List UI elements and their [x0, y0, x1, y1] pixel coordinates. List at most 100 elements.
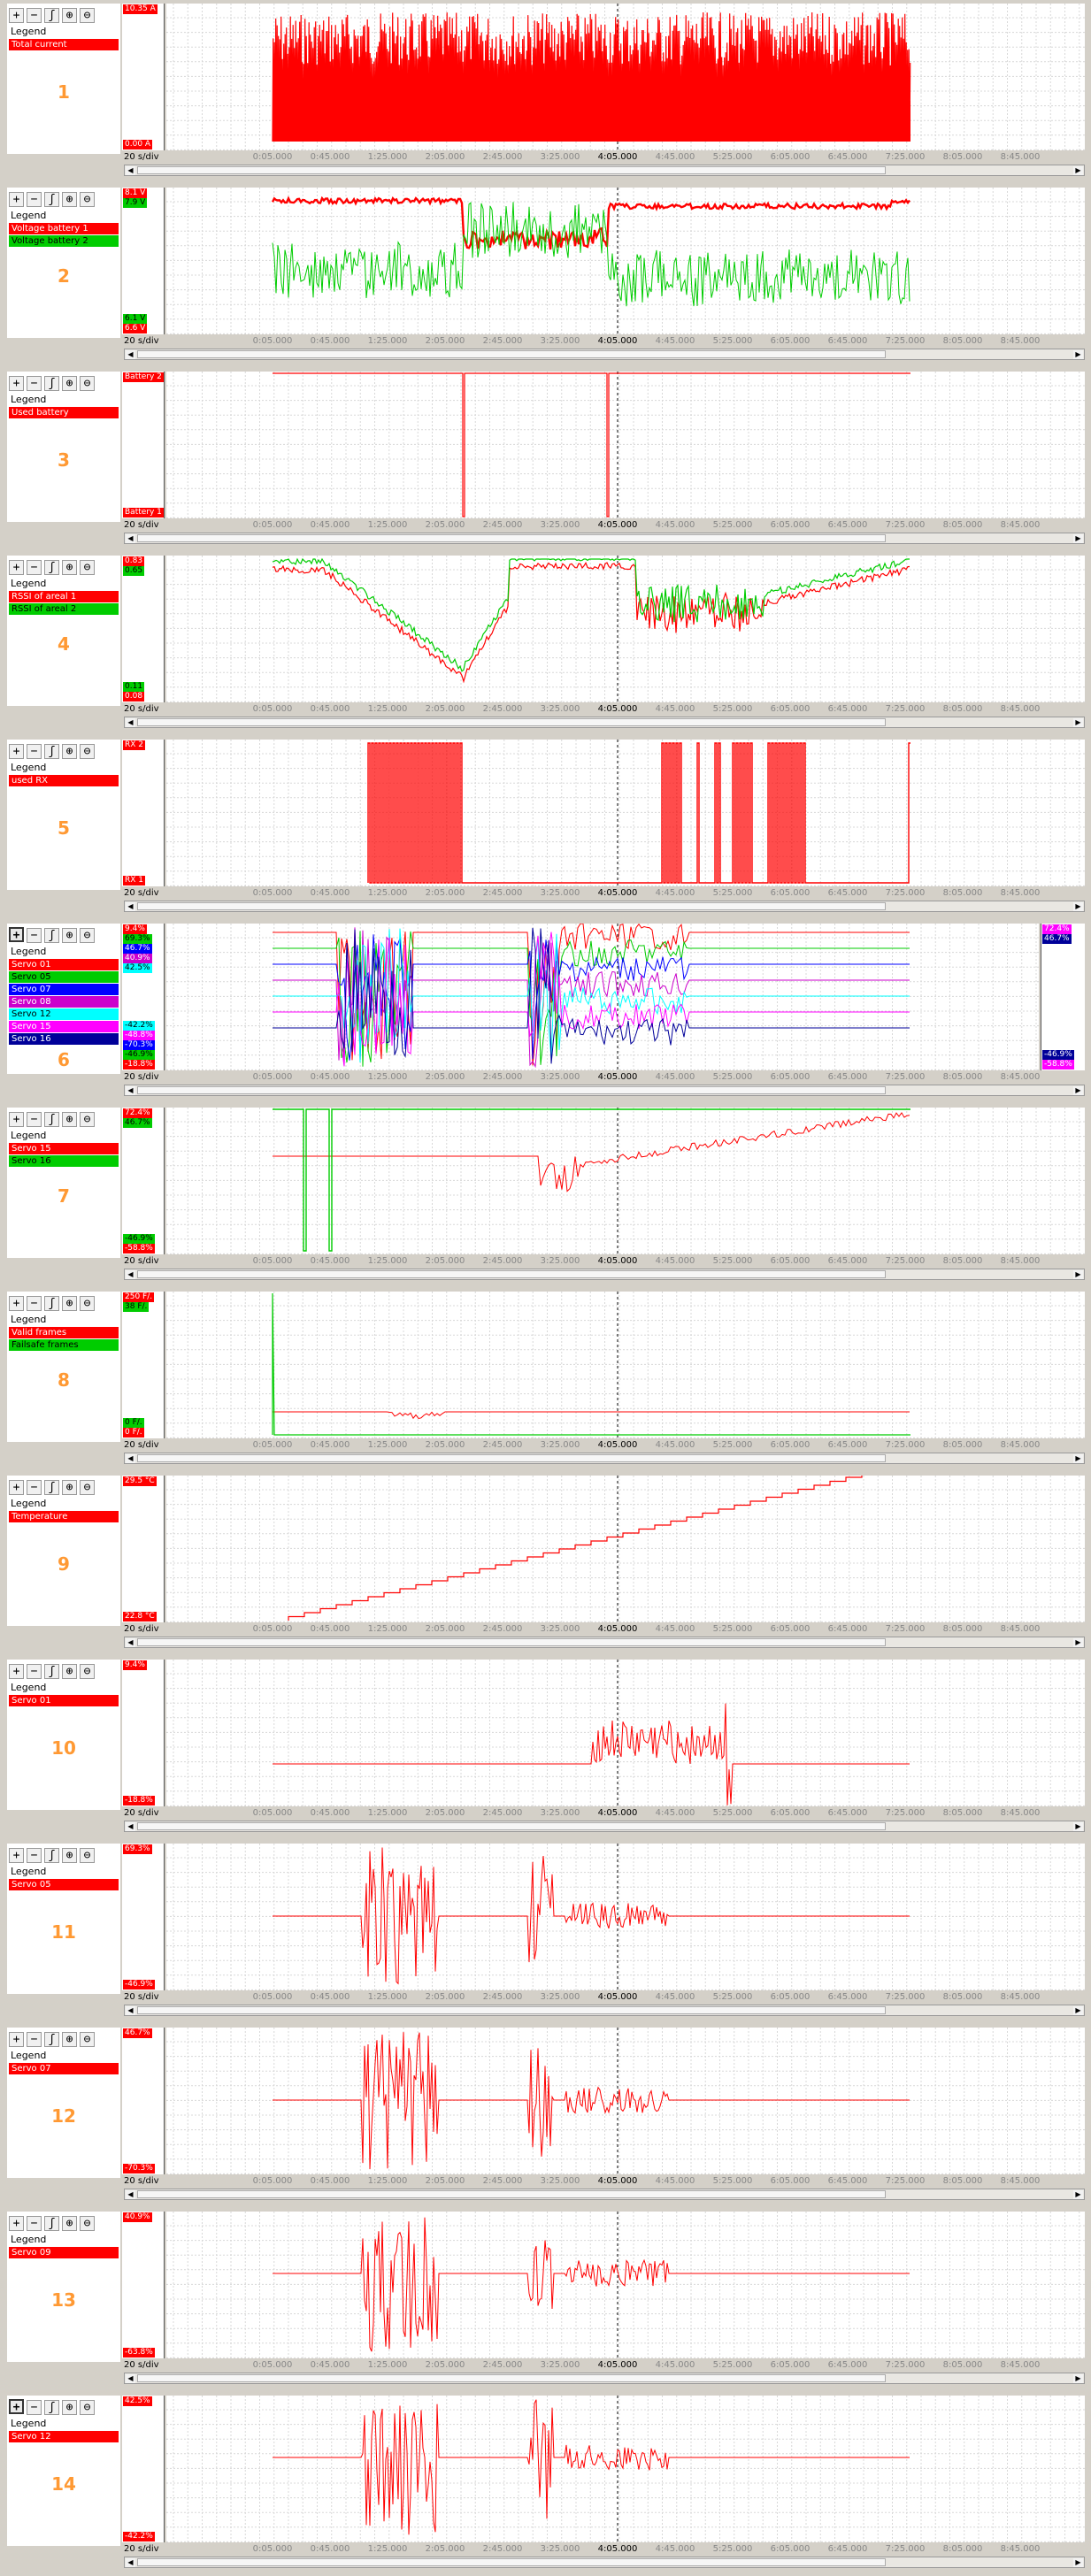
scroll-thumb[interactable]: [137, 1638, 886, 1646]
scroll-left-button[interactable]: ◀: [126, 718, 135, 727]
wrench-icon[interactable]: ʃ: [44, 2216, 59, 2231]
legend-item[interactable]: Servo 08: [9, 996, 119, 1008]
plus-icon[interactable]: +: [9, 744, 24, 759]
legend-item[interactable]: Total current: [9, 39, 119, 50]
scroll-right-button[interactable]: ▶: [1073, 2558, 1083, 2567]
legend-item[interactable]: Servo 15: [9, 1021, 119, 1032]
scroll-left-button[interactable]: ◀: [126, 1086, 135, 1095]
scroll-right-button[interactable]: ▶: [1073, 2374, 1083, 2383]
zoom-out-icon[interactable]: ⊖: [80, 1296, 95, 1311]
horizontal-scrollbar[interactable]: ◀ ▶: [124, 1821, 1085, 1832]
legend-item[interactable]: Servo 01: [9, 1695, 119, 1706]
legend-item[interactable]: Servo 07: [9, 984, 119, 995]
scroll-thumb[interactable]: [137, 534, 886, 542]
zoom-out-icon[interactable]: ⊖: [80, 2216, 95, 2231]
wrench-icon[interactable]: ʃ: [44, 1848, 59, 1863]
legend-item[interactable]: Voltage battery 2: [9, 235, 119, 247]
minus-icon[interactable]: −: [27, 2216, 42, 2231]
legend-item[interactable]: Servo 05: [9, 1879, 119, 1890]
horizontal-scrollbar[interactable]: ◀ ▶: [124, 165, 1085, 176]
scroll-thumb[interactable]: [137, 2558, 886, 2566]
zoom-out-icon[interactable]: ⊖: [80, 1664, 95, 1679]
zoom-out-icon[interactable]: ⊖: [80, 1112, 95, 1127]
zoom-out-icon[interactable]: ⊖: [80, 1480, 95, 1495]
scroll-thumb[interactable]: [137, 1270, 886, 1278]
legend-item[interactable]: RSSI of areal 2: [9, 603, 119, 615]
scroll-left-button[interactable]: ◀: [126, 1270, 135, 1279]
legend-item[interactable]: Servo 05: [9, 971, 119, 983]
horizontal-scrollbar[interactable]: ◀ ▶: [124, 1085, 1085, 1096]
zoom-in-icon[interactable]: ⊕: [62, 928, 77, 943]
scroll-left-button[interactable]: ◀: [126, 902, 135, 911]
plus-icon[interactable]: +: [9, 927, 24, 942]
zoom-out-icon[interactable]: ⊖: [80, 8, 95, 23]
scroll-right-button[interactable]: ▶: [1073, 1454, 1083, 1463]
scroll-left-button[interactable]: ◀: [126, 2558, 135, 2567]
minus-icon[interactable]: −: [27, 1112, 42, 1127]
horizontal-scrollbar[interactable]: ◀ ▶: [124, 1453, 1085, 1464]
scroll-left-button[interactable]: ◀: [126, 166, 135, 175]
zoom-out-icon[interactable]: ⊖: [80, 1848, 95, 1863]
legend-item[interactable]: Servo 16: [9, 1033, 119, 1045]
wrench-icon[interactable]: ʃ: [44, 928, 59, 943]
zoom-out-icon[interactable]: ⊖: [80, 560, 95, 575]
legend-item[interactable]: Failsafe frames: [9, 1339, 119, 1351]
minus-icon[interactable]: −: [27, 8, 42, 23]
minus-icon[interactable]: −: [27, 744, 42, 759]
scroll-right-button[interactable]: ▶: [1073, 2006, 1083, 2015]
wrench-icon[interactable]: ʃ: [44, 1480, 59, 1495]
scroll-thumb[interactable]: [137, 166, 886, 174]
scroll-thumb[interactable]: [137, 2374, 886, 2382]
scroll-left-button[interactable]: ◀: [126, 2006, 135, 2015]
zoom-in-icon[interactable]: ⊕: [62, 1480, 77, 1495]
horizontal-scrollbar[interactable]: ◀ ▶: [124, 1269, 1085, 1280]
plus-icon[interactable]: +: [9, 1480, 24, 1495]
scroll-thumb[interactable]: [137, 1454, 886, 1462]
wrench-icon[interactable]: ʃ: [44, 560, 59, 575]
scroll-right-button[interactable]: ▶: [1073, 902, 1083, 911]
legend-item[interactable]: Temperature: [9, 1511, 119, 1522]
wrench-icon[interactable]: ʃ: [44, 8, 59, 23]
zoom-in-icon[interactable]: ⊕: [62, 1848, 77, 1863]
legend-item[interactable]: RSSI of areal 1: [9, 591, 119, 602]
zoom-in-icon[interactable]: ⊕: [62, 2216, 77, 2231]
horizontal-scrollbar[interactable]: ◀ ▶: [124, 2189, 1085, 2200]
scroll-right-button[interactable]: ▶: [1073, 350, 1083, 359]
minus-icon[interactable]: −: [27, 1848, 42, 1863]
scroll-left-button[interactable]: ◀: [126, 534, 135, 543]
legend-item[interactable]: Servo 12: [9, 1008, 119, 1020]
scroll-left-button[interactable]: ◀: [126, 2190, 135, 2199]
scroll-left-button[interactable]: ◀: [126, 1822, 135, 1831]
minus-icon[interactable]: −: [27, 192, 42, 207]
scroll-thumb[interactable]: [137, 1822, 886, 1830]
wrench-icon[interactable]: ʃ: [44, 1296, 59, 1311]
scroll-left-button[interactable]: ◀: [126, 1638, 135, 1647]
scroll-left-button[interactable]: ◀: [126, 1454, 135, 1463]
legend-item[interactable]: used RX: [9, 775, 119, 786]
plus-icon[interactable]: +: [9, 2032, 24, 2047]
legend-item[interactable]: Servo 12: [9, 2431, 119, 2442]
scroll-right-button[interactable]: ▶: [1073, 534, 1083, 543]
zoom-in-icon[interactable]: ⊕: [62, 376, 77, 391]
zoom-out-icon[interactable]: ⊖: [80, 2032, 95, 2047]
zoom-in-icon[interactable]: ⊕: [62, 1112, 77, 1127]
scroll-right-button[interactable]: ▶: [1073, 1822, 1083, 1831]
plus-icon[interactable]: +: [9, 1296, 24, 1311]
horizontal-scrollbar[interactable]: ◀ ▶: [124, 717, 1085, 728]
wrench-icon[interactable]: ʃ: [44, 2032, 59, 2047]
plus-icon[interactable]: +: [9, 1664, 24, 1679]
wrench-icon[interactable]: ʃ: [44, 376, 59, 391]
scroll-right-button[interactable]: ▶: [1073, 1270, 1083, 1279]
legend-item[interactable]: Servo 15: [9, 1143, 119, 1154]
horizontal-scrollbar[interactable]: ◀ ▶: [124, 533, 1085, 544]
horizontal-scrollbar[interactable]: ◀ ▶: [124, 2005, 1085, 2016]
horizontal-scrollbar[interactable]: ◀ ▶: [124, 2373, 1085, 2384]
legend-item[interactable]: Servo 01: [9, 959, 119, 970]
minus-icon[interactable]: −: [27, 1664, 42, 1679]
zoom-out-icon[interactable]: ⊖: [80, 744, 95, 759]
minus-icon[interactable]: −: [27, 2032, 42, 2047]
plus-icon[interactable]: +: [9, 1848, 24, 1863]
minus-icon[interactable]: −: [27, 928, 42, 943]
minus-icon[interactable]: −: [27, 560, 42, 575]
zoom-in-icon[interactable]: ⊕: [62, 1296, 77, 1311]
